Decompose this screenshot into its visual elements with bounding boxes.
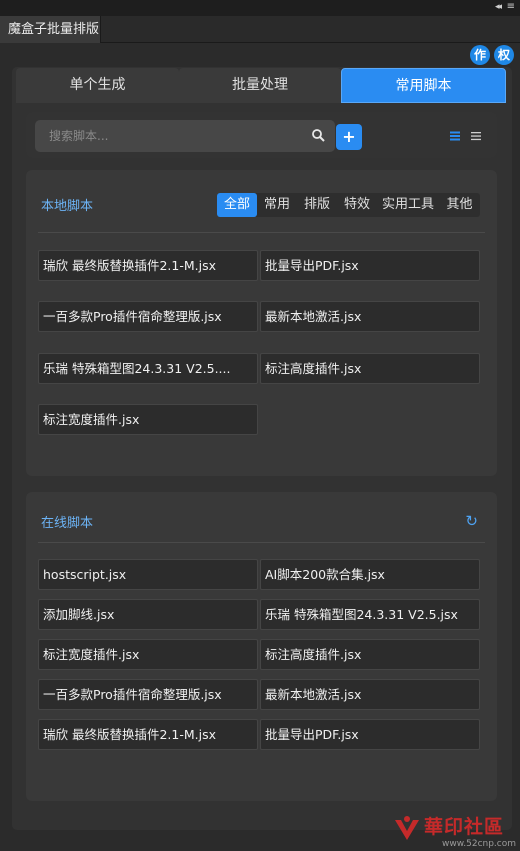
local-script-item[interactable]: 乐瑞 特殊箱型图24.3.31 V2.5.... — [38, 353, 258, 384]
local-script-item[interactable]: 最新本地激活.jsx — [260, 301, 480, 332]
author-badge[interactable]: 作 — [470, 45, 490, 65]
online-script-item[interactable]: 瑞欣 最终版替换插件2.1-M.jsx — [38, 719, 258, 750]
online-script-item[interactable]: 标注高度插件.jsx — [260, 639, 480, 670]
refresh-icon[interactable]: ↻ — [465, 512, 478, 530]
filter-effects[interactable]: 特效 — [337, 193, 377, 217]
panel-header: 魔盒子批量排版 — [0, 16, 520, 43]
watermark-url: www.52cnp.com — [442, 839, 517, 849]
local-script-item[interactable]: 标注高度插件.jsx — [260, 353, 480, 384]
tab-single-generate[interactable]: 单个生成 — [16, 68, 179, 103]
watermark-logo-icon — [395, 816, 419, 840]
filter-layout[interactable]: 排版 — [297, 193, 337, 217]
filter-all[interactable]: 全部 — [217, 193, 257, 217]
local-script-item[interactable]: 瑞欣 最终版替换插件2.1-M.jsx — [38, 250, 258, 281]
search-icon[interactable] — [311, 128, 325, 142]
filter-group: 全部 常用 排版 特效 实用工具 其他 — [217, 193, 480, 217]
online-divider — [38, 542, 485, 543]
panel-menu-button[interactable]: ≡ — [507, 1, 515, 12]
local-script-item[interactable]: 标注宽度插件.jsx — [38, 404, 258, 435]
online-script-item[interactable]: AI脚本200款合集.jsx — [260, 559, 480, 590]
online-script-item[interactable]: 最新本地激活.jsx — [260, 679, 480, 710]
watermark-text: 華印社區 — [424, 816, 505, 838]
online-script-item[interactable]: 一百多款Pro插件宿命整理版.jsx — [38, 679, 258, 710]
local-scripts-card: 本地脚本 全部 常用 排版 特效 实用工具 其他 瑞欣 最终版替换插件2.1-M… — [26, 170, 497, 476]
online-script-item[interactable]: 标注宽度插件.jsx — [38, 639, 258, 670]
online-scripts-title: 在线脚本 — [41, 516, 94, 531]
online-scripts-card: 在线脚本 ↻ hostscript.jsx AI脚本200款合集.jsx 添加脚… — [26, 492, 497, 801]
add-script-button[interactable]: + — [336, 124, 362, 150]
main-tabs: 单个生成 批量处理 常用脚本 — [16, 68, 506, 103]
search-box — [35, 120, 335, 152]
local-script-item[interactable]: 批量导出PDF.jsx — [260, 250, 480, 281]
filter-utilities[interactable]: 实用工具 — [377, 193, 439, 217]
online-script-item[interactable]: hostscript.jsx — [38, 559, 258, 590]
tab-batch-process[interactable]: 批量处理 — [179, 68, 341, 103]
local-scripts-title: 本地脚本 — [41, 199, 94, 214]
panel-top-strip: ◂◂ ≡ — [0, 0, 520, 16]
local-divider — [38, 232, 485, 233]
list-view-icon[interactable] — [470, 130, 482, 142]
filter-common[interactable]: 常用 — [257, 193, 297, 217]
tab-common-scripts[interactable]: 常用脚本 — [341, 68, 506, 103]
filter-other[interactable]: 其他 — [439, 193, 480, 217]
grid-view-icon[interactable] — [449, 130, 461, 142]
license-badge[interactable]: 权 — [494, 45, 514, 65]
site-watermark: 華印社區 www.52cnp.com — [388, 808, 520, 851]
online-script-item[interactable]: 乐瑞 特殊箱型图24.3.31 V2.5.jsx — [260, 599, 480, 630]
collapse-panel-button[interactable]: ◂◂ — [495, 2, 502, 12]
online-script-item[interactable]: 添加脚线.jsx — [38, 599, 258, 630]
local-script-item[interactable]: 一百多款Pro插件宿命整理版.jsx — [38, 301, 258, 332]
panel-tab-title[interactable]: 魔盒子批量排版 — [0, 16, 101, 43]
online-script-item[interactable]: 批量导出PDF.jsx — [260, 719, 480, 750]
search-input[interactable] — [49, 120, 299, 152]
